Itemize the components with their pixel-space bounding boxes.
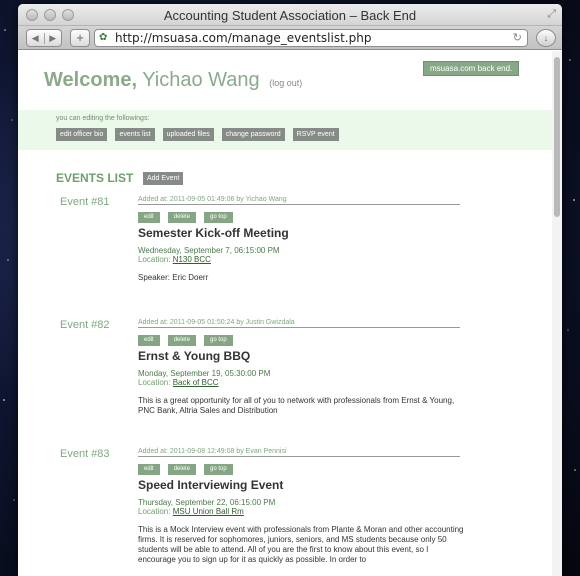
welcome-label: Welcome, — [44, 69, 137, 91]
add-bookmark-button[interactable]: + — [70, 29, 90, 47]
change-password-link[interactable]: change password — [221, 128, 285, 141]
event-number: Event #81 — [60, 196, 110, 208]
edit-options-label: you can editing the followings: — [56, 115, 150, 122]
edit-officer-bio-link[interactable]: edit officer bio — [56, 128, 108, 141]
event-description: Speaker: Eric Doerr — [138, 273, 209, 282]
event-title: Ernst & Young BBQ — [138, 349, 251, 363]
event-actions: edit delete go top — [138, 335, 233, 346]
logout-link[interactable]: (log out) — [269, 78, 302, 88]
delete-button[interactable]: delete — [167, 335, 197, 346]
add-event-button[interactable]: Add Event — [143, 172, 184, 185]
scrollbar-thumb[interactable] — [554, 57, 560, 217]
edit-button[interactable]: edit — [138, 464, 160, 475]
fullscreen-icon[interactable]: ⤢ — [547, 8, 556, 21]
event-description: This is a great opportunity for all of y… — [138, 396, 455, 415]
window-title: Accounting Student Association – Back En… — [163, 8, 417, 23]
site-favicon-icon: ✿ — [99, 32, 108, 43]
delete-button[interactable]: delete — [167, 464, 197, 475]
location-label: Location: — [138, 378, 171, 387]
edit-button[interactable]: edit — [138, 335, 160, 346]
go-top-button[interactable]: go top — [204, 212, 233, 223]
address-bar[interactable]: ✿ http://msuasa.com/manage_eventslist.ph… — [94, 29, 528, 47]
edit-options-bar: you can editing the followings: edit off… — [18, 110, 552, 150]
event-title: Semester Kick-off Meeting — [138, 226, 289, 240]
vertical-scrollbar[interactable] — [552, 51, 562, 576]
event-actions: edit delete go top — [138, 464, 233, 475]
reload-icon[interactable]: ↻ — [513, 30, 522, 46]
location-label: Location: — [138, 507, 171, 516]
event-date: Wednesday, September 7, 06:15:00 PM — [138, 246, 280, 255]
location-link[interactable]: Back of BCC — [173, 378, 219, 387]
event-title: Speed Interviewing Event — [138, 478, 284, 492]
event-added-info: Added at: 2011-09-05 01:49:06 by Yichao … — [138, 196, 460, 205]
location-link[interactable]: N130 BCC — [173, 255, 211, 264]
browser-window: Accounting Student Association – Back En… — [18, 4, 562, 576]
events-list-title: EVENTS LIST — [56, 171, 134, 185]
event-location: Location: MSU Union Ball Rm — [138, 507, 244, 516]
event-number: Event #82 — [60, 319, 110, 331]
event-date: Thursday, September 22, 06:15:00 PM — [138, 498, 276, 507]
go-top-button[interactable]: go top — [204, 464, 233, 475]
title-bar: Accounting Student Association – Back En… — [18, 4, 562, 26]
back-icon[interactable]: ◀ — [27, 32, 45, 44]
event-location: Location: Back of BCC — [138, 378, 219, 387]
delete-button[interactable]: delete — [167, 212, 197, 223]
browser-toolbar: ◀ ▶ + ✿ http://msuasa.com/manage_eventsl… — [18, 26, 562, 50]
edit-options-links: edit officer bio events list uploaded fi… — [56, 128, 339, 141]
forward-icon[interactable]: ▶ — [45, 33, 62, 44]
downloads-icon[interactable]: ↓ — [536, 29, 556, 47]
event-number: Event #83 — [60, 448, 110, 460]
event-description: This is a Mock Interview event with prof… — [138, 525, 464, 564]
user-name: Yichao Wang — [142, 69, 260, 91]
rsvp-event-link[interactable]: RSVP event — [292, 128, 339, 141]
event-location: Location: N130 BCC — [138, 255, 211, 264]
uploaded-files-link[interactable]: uploaded files — [162, 128, 214, 141]
location-link[interactable]: MSU Union Ball Rm — [173, 507, 244, 516]
page-content: Welcome, Yichao Wang (log out) msuasa.co… — [18, 51, 552, 576]
url-text: http://msuasa.com/manage_eventslist.php — [115, 31, 372, 45]
event-added-info: Added at: 2011-09-05 01:50:24 by Justin … — [138, 319, 460, 328]
welcome-heading: Welcome, Yichao Wang (log out) — [44, 69, 302, 92]
go-top-button[interactable]: go top — [204, 335, 233, 346]
nav-buttons: ◀ ▶ — [26, 29, 62, 47]
edit-button[interactable]: edit — [138, 212, 160, 223]
event-date: Monday, September 19, 05:30:00 PM — [138, 369, 271, 378]
event-actions: edit delete go top — [138, 212, 233, 223]
events-list-link[interactable]: events list — [115, 128, 155, 141]
event-added-info: Added at: 2011-09-08 12:49:08 by Evan Pe… — [138, 448, 460, 457]
backend-button[interactable]: msuasa.com back end. — [423, 61, 520, 76]
location-label: Location: — [138, 255, 171, 264]
